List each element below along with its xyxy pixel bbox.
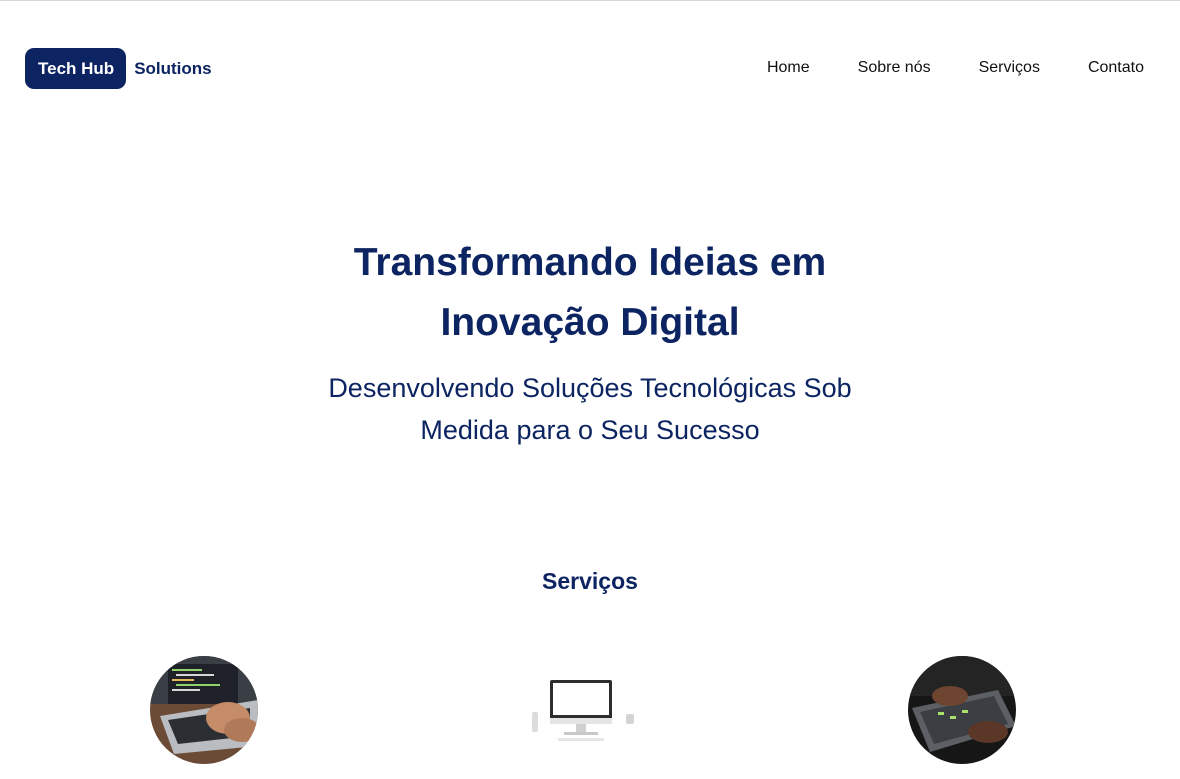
hero-subtitle: Desenvolvendo Soluções Tecnológicas Sob … xyxy=(328,373,852,445)
site-header: Tech Hub Solutions Home Sobre nós Serviç… xyxy=(0,0,1180,137)
hero-title: Transformando Ideias em Inovação Digital xyxy=(353,241,827,344)
nav-item-contato[interactable]: Contato xyxy=(1088,59,1144,77)
logo-text: Solutions xyxy=(134,58,212,78)
services-title: Serviços xyxy=(542,568,638,594)
logo-badge: Tech Hub xyxy=(25,48,127,89)
nav-item-sobre-nos[interactable]: Sobre nós xyxy=(858,59,931,77)
desktop-computer-image xyxy=(528,656,636,764)
main-nav: Home Sobre nós Serviços Contato xyxy=(767,59,1144,77)
hero-section: Transformando Ideias em Inovação Digital… xyxy=(0,233,1180,451)
typing-laptop-image xyxy=(908,656,1016,764)
laptop-coding-image xyxy=(150,656,258,764)
nav-item-servicos[interactable]: Serviços xyxy=(979,59,1040,77)
nav-item-home[interactable]: Home xyxy=(767,59,810,77)
logo[interactable]: Tech Hub Solutions xyxy=(25,48,212,89)
